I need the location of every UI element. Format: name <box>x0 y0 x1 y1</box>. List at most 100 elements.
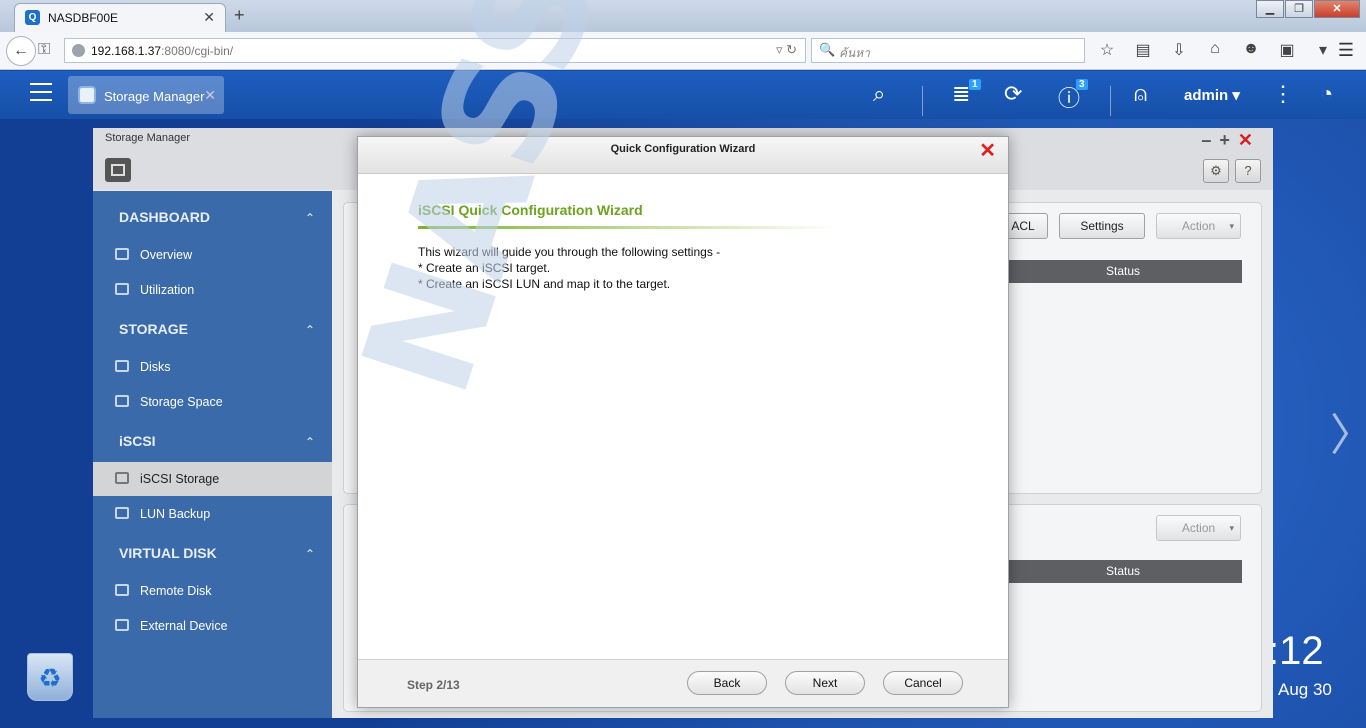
recycle-bin-icon[interactable]: ♻ <box>27 653 73 701</box>
sidebar-item-iscsi-storage[interactable]: iSCSI Storage <box>93 462 332 496</box>
sidebar-item-label: External Device <box>140 619 228 633</box>
storage-manager-icon <box>78 86 96 104</box>
overview-icon <box>115 248 129 260</box>
chevron-up-icon[interactable]: ⌃ <box>305 211 315 225</box>
sidebar: DASHBOARD ⌃ Overview Utilization STORAGE… <box>93 191 332 718</box>
sidebar-section-storage[interactable]: STORAGE <box>119 321 188 337</box>
browser-search-input[interactable]: 🔍 ค้นหา <box>811 38 1085 63</box>
new-tab-icon[interactable]: + <box>234 5 245 26</box>
user-avatar-icon[interactable]: ⍝ <box>1134 81 1147 107</box>
back-button[interactable]: Back <box>687 671 767 695</box>
search-placeholder: ค้นหา <box>839 46 870 60</box>
sidebar-toggle-icon[interactable] <box>105 158 131 182</box>
sidebar-item-storage-space[interactable]: Storage Space <box>93 385 332 419</box>
more-options-icon[interactable]: ⋮ <box>1272 81 1294 107</box>
settings-button[interactable]: Settings <box>1059 213 1145 239</box>
close-window-icon[interactable]: ✕ <box>1314 0 1360 18</box>
desktop-clock: :12 <box>1268 629 1324 673</box>
info-badge: 3 <box>1076 79 1088 90</box>
addon-icon[interactable]: ▣ <box>1274 40 1300 60</box>
globe-icon <box>72 44 85 57</box>
browser-tab[interactable]: Q NASDBF00E ✕ <box>14 3 226 32</box>
sidebar-item-label: iSCSI Storage <box>140 472 220 486</box>
addon-dropdown-icon[interactable]: ▾ <box>1310 40 1336 60</box>
chevron-up-icon[interactable]: ⌃ <box>305 547 315 561</box>
sidebar-item-label: LUN Backup <box>140 507 211 521</box>
close-task-icon[interactable]: ✕ <box>204 87 216 104</box>
download-icon[interactable]: ⇩ <box>1166 40 1192 60</box>
browser-toolbar-icons: ☆ ▤ ⇩ ⌂ ☻ ▣ ▾ <box>1094 40 1336 60</box>
window-tools: ⚙ ? <box>1203 159 1261 183</box>
action-label: Action <box>1181 219 1216 233</box>
background-tasks-icon[interactable]: ≣ <box>952 81 970 107</box>
main-menu-icon[interactable] <box>30 83 52 101</box>
close-tab-icon[interactable]: ✕ <box>203 9 215 26</box>
qnap-favicon-icon: Q <box>25 10 40 25</box>
address-url: 192.168.1.37:8080/cgi-bin/ <box>91 44 234 58</box>
chevron-up-icon[interactable]: ⌃ <box>305 323 315 337</box>
next-page-arrow-icon[interactable]: 〉 <box>1330 399 1366 463</box>
chevron-down-icon: ▾ <box>1229 523 1234 533</box>
sidebar-item-disks[interactable]: Disks <box>93 350 332 384</box>
browser-nav-bar: ← ⚿ 192.168.1.37:8080/cgi-bin/ ▿ ↻ 🔍 ค้น… <box>0 32 1366 70</box>
address-bar[interactable]: 192.168.1.37:8080/cgi-bin/ ▿ ↻ <box>64 38 806 63</box>
tasks-badge: 1 <box>969 79 981 90</box>
minimize-window-icon[interactable]: ▁ <box>1256 0 1284 18</box>
qnap-top-bar: Storage Manager ✕ ⌕ ≣ 1 ⟳ ⓘ 3 ⍝ admin ▾ … <box>0 71 1366 119</box>
close-icon[interactable]: ✕ <box>1238 130 1261 150</box>
iscsi-storage-icon <box>115 472 129 484</box>
sync-icon[interactable]: ⟳ <box>1004 81 1022 107</box>
chevron-down-icon: ▾ <box>1229 221 1234 231</box>
window-title: Storage Manager <box>105 132 190 144</box>
cancel-button[interactable]: Cancel <box>883 671 963 695</box>
taskbar-label: Storage Manager <box>104 89 205 104</box>
storage-space-icon <box>115 395 129 407</box>
home-icon[interactable]: ⌂ <box>1202 40 1228 60</box>
window-controls: –+✕ <box>1201 130 1261 151</box>
sidebar-item-label: Disks <box>140 360 171 374</box>
next-button[interactable]: Next <box>785 671 865 695</box>
reload-icon[interactable]: ▿ ↻ <box>776 42 797 58</box>
help-icon[interactable]: ? <box>1235 159 1261 183</box>
sidebar-item-utilization[interactable]: Utilization <box>93 273 332 307</box>
sidebar-section-virtual-disk[interactable]: VIRTUAL DISK <box>119 545 217 561</box>
sidebar-section-iscsi[interactable]: iSCSI <box>119 433 156 449</box>
search-icon[interactable]: ⌕ <box>873 81 885 107</box>
dialog-title-bar: Quick Configuration Wizard ✕ <box>358 137 1008 174</box>
maximize-icon[interactable]: + <box>1219 130 1238 150</box>
sidebar-item-remote-disk[interactable]: Remote Disk <box>93 574 332 608</box>
maximize-window-icon[interactable]: ❐ <box>1285 0 1313 18</box>
back-arrow-icon[interactable]: ← <box>6 36 36 66</box>
remote-disk-icon <box>115 584 129 596</box>
chat-icon[interactable]: ☻ <box>1238 40 1264 60</box>
sidebar-item-overview[interactable]: Overview <box>93 238 332 272</box>
chevron-up-icon[interactable]: ⌃ <box>305 435 315 449</box>
sidebar-item-external-device[interactable]: External Device <box>93 609 332 643</box>
settings-gear-icon[interactable]: ⚙ <box>1203 159 1229 183</box>
bookmark-star-icon[interactable]: ☆ <box>1094 40 1120 60</box>
dashboard-gauge-icon[interactable]: ◔ <box>1320 81 1333 107</box>
user-menu[interactable]: admin ▾ <box>1184 86 1240 104</box>
sidebar-item-label: Utilization <box>140 283 195 297</box>
quick-configuration-wizard-dialog: Quick Configuration Wizard ✕ iSCSI Quick… <box>357 136 1009 708</box>
action-dropdown[interactable]: Action ▾ <box>1156 515 1241 541</box>
wizard-step-item: * Create an iSCSI LUN and map it to the … <box>418 277 671 291</box>
wizard-intro-text: This wizard will guide you through the f… <box>418 245 721 259</box>
external-device-icon <box>115 619 129 631</box>
sidebar-section-dashboard[interactable]: DASHBOARD <box>119 209 210 225</box>
sidebar-item-label: Remote Disk <box>140 584 212 598</box>
reading-list-icon[interactable]: ▤ <box>1130 40 1156 60</box>
browser-menu-icon[interactable]: ☰ <box>1338 40 1354 61</box>
divider <box>922 86 923 116</box>
action-dropdown[interactable]: Action ▾ <box>1156 213 1241 239</box>
search-icon: 🔍 <box>819 42 836 57</box>
sidebar-item-lun-backup[interactable]: LUN Backup <box>93 497 332 531</box>
utilization-icon <box>115 283 129 295</box>
browser-tab-title: NASDBF00E <box>48 11 119 25</box>
taskbar-storage-manager[interactable]: Storage Manager ✕ <box>68 76 224 114</box>
action-label: Action <box>1181 521 1216 535</box>
key-icon[interactable]: ⚿ <box>38 41 50 59</box>
sidebar-item-label: Overview <box>140 248 193 262</box>
minimize-icon[interactable]: – <box>1201 130 1219 150</box>
close-icon[interactable]: ✕ <box>979 138 996 163</box>
